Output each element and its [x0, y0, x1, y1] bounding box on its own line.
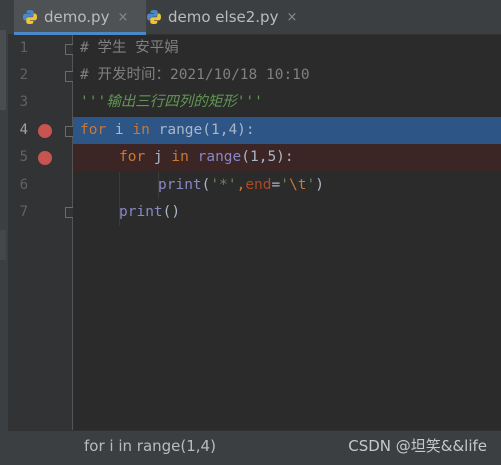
equals: = — [271, 177, 281, 193]
docstring: '''输出三行四列的矩形''' — [80, 94, 263, 110]
close-tab-icon[interactable]: × — [286, 10, 297, 25]
watermark: CSDN @坦笑&&life — [348, 437, 487, 455]
tool-window-strip — [0, 0, 8, 465]
code-line-4: for i in range(1,4): — [73, 117, 501, 144]
string: ' — [280, 177, 289, 193]
code-line-5: for j in range(1,5): — [73, 144, 501, 171]
line-number: 1 — [19, 40, 28, 56]
tab-label: demo.py — [44, 8, 110, 26]
arguments: () — [162, 204, 181, 220]
code-text: print('*',end='\t') — [158, 172, 324, 199]
ide-window: demo.py × demo else2.py × 1 2 3 4 5 6 7 — [0, 0, 501, 465]
line-number: 5 — [19, 149, 28, 165]
builtin: print — [158, 177, 202, 193]
breadcrumb-bar: for i in range(1,4) CSDN @坦笑&&life — [8, 430, 501, 465]
keyword: in — [132, 122, 150, 138]
builtin: range — [158, 122, 203, 138]
line-number: 6 — [19, 177, 28, 193]
editor-gutter[interactable]: 1 2 3 4 5 6 7 — [8, 35, 76, 430]
string: ' — [306, 177, 316, 193]
tool-strip-button[interactable] — [0, 230, 6, 260]
keyword: for — [119, 149, 146, 165]
variable: j — [145, 149, 172, 165]
python-file-icon — [146, 9, 162, 25]
line-number: 4 — [19, 122, 28, 138]
code-line-3: '''输出三行四列的矩形''' — [73, 89, 501, 116]
code-line-7: print() — [73, 199, 501, 226]
code-line-2: # 开发时间：2021/10/18 10:10 — [73, 62, 501, 89]
line-number: 3 — [19, 94, 28, 110]
line-number: 7 — [19, 204, 28, 220]
breakpoint-icon[interactable] — [38, 151, 52, 165]
code-text: print() — [119, 199, 180, 226]
builtin: range — [197, 149, 242, 165]
comment: # 学生 安平娟 — [80, 40, 179, 56]
close-tab-icon[interactable]: × — [117, 10, 128, 25]
code-text: for i in range(1,4): — [80, 117, 255, 144]
escape-sequence: \t — [289, 177, 307, 193]
editor-tab-bar: demo.py × demo else2.py × — [8, 0, 501, 35]
variable: i — [106, 122, 133, 138]
tool-strip-button[interactable] — [0, 30, 6, 110]
keyword: for — [80, 122, 107, 138]
tab-demo-py[interactable]: demo.py × — [14, 0, 146, 35]
arguments: (1,5): — [241, 149, 294, 165]
line-number: 2 — [19, 67, 28, 83]
comment: # 开发时间：2021/10/18 10:10 — [80, 67, 310, 83]
code-line-6: print('*',end='\t') — [73, 172, 501, 199]
arguments: (1,4): — [202, 122, 255, 138]
code-editor[interactable]: # 学生 安平娟 # 开发时间：2021/10/18 10:10 '''输出三行… — [73, 35, 501, 430]
tab-demo-else2-py[interactable]: demo else2.py × — [146, 0, 316, 34]
tab-label: demo else2.py — [168, 8, 279, 26]
paren: ) — [315, 177, 324, 193]
keyword: in — [171, 149, 189, 165]
builtin: print — [119, 204, 163, 220]
breadcrumb[interactable]: for i in range(1,4) — [84, 431, 216, 465]
breakpoint-icon[interactable] — [38, 124, 52, 138]
string: '*' — [210, 177, 237, 193]
python-file-icon — [22, 9, 38, 25]
code-text: for j in range(1,5): — [119, 144, 294, 171]
param-name: end — [245, 177, 272, 193]
code-line-1: # 学生 安平娟 — [73, 35, 501, 62]
